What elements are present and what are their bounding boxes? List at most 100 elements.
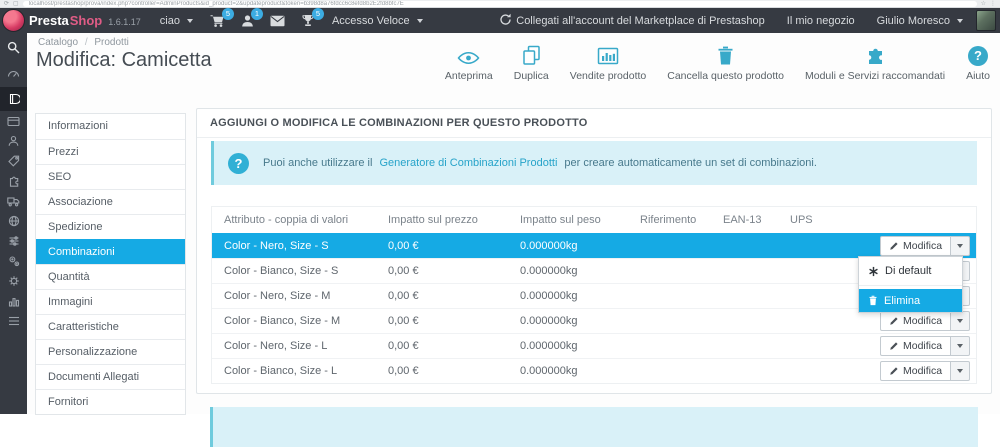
bookmark-icon[interactable]: ▢ [13, 0, 19, 7]
edit-dropdown-toggle[interactable] [951, 236, 971, 256]
cell-weight: 0.000000kg [520, 265, 578, 277]
page-title: Modifica: Camicetta [36, 49, 212, 71]
tab-prezzi[interactable]: Prezzi [36, 139, 185, 164]
edit-dropdown-toggle[interactable] [951, 336, 971, 356]
cell-combination: Color - Bianco, Size - S [224, 265, 339, 277]
tab-spedizione[interactable]: Spedizione [36, 214, 185, 239]
edit-button[interactable]: Modifica [880, 361, 952, 381]
marketplace-link[interactable]: Collegati all'account del Marketplace di… [490, 13, 774, 29]
sidebar-item-catalog[interactable] [0, 87, 27, 111]
prestashop-logo[interactable] [2, 9, 25, 32]
chevron-down-icon [186, 18, 193, 23]
sidebar-item-administration[interactable] [0, 271, 27, 291]
my-shop-link[interactable]: Il mio negozio [778, 15, 864, 27]
pencil-icon [890, 367, 898, 375]
cell-price: 0,00 € [388, 340, 419, 352]
sidebar-item-advanced-parameters[interactable] [0, 251, 27, 271]
brand: Presta Shop 1.6.1.17 [29, 13, 141, 28]
sidebar-item-price-rules[interactable] [0, 151, 27, 171]
edit-split-button: Modifica [880, 311, 971, 331]
col-header-ean13: EAN-13 [723, 214, 762, 226]
action-label: Vendite prodotto [569, 70, 647, 82]
sidebar-item-localization[interactable] [0, 211, 27, 231]
marketplace-label: Collegati all'account del Marketplace di… [516, 14, 765, 27]
tab-immagini[interactable]: Immagini [36, 289, 185, 314]
tab-fornitori[interactable]: Fornitori [36, 389, 185, 414]
cell-price: 0,00 € [388, 265, 419, 277]
browser-menu-icon[interactable]: ⋮ [990, 0, 996, 7]
bar-chart-icon [597, 42, 619, 66]
shop-selector[interactable]: ciao [151, 8, 202, 33]
product-sales-button[interactable]: Vendite prodotto [570, 42, 646, 82]
pencil-icon [890, 242, 898, 250]
edit-button[interactable]: Modifica [880, 311, 952, 331]
cell-weight: 0.000000kg [520, 315, 578, 327]
edit-button[interactable]: Modifica [880, 336, 952, 356]
asterisk-icon [869, 266, 878, 276]
brand-shop: Shop [69, 13, 103, 28]
tab-associazione[interactable]: Associazione [36, 189, 185, 214]
edit-dropdown-toggle[interactable] [951, 311, 971, 331]
messages[interactable] [262, 15, 293, 27]
set-default-menu-item[interactable]: Di default [859, 257, 962, 286]
sidebar-icon-rail [0, 33, 27, 414]
quick-access-menu[interactable]: Accesso Veloce [323, 8, 432, 33]
delete-menu-item[interactable]: Elimina [859, 289, 962, 312]
star-icon[interactable]: ☆ [981, 0, 986, 7]
tab-documenti-allegati[interactable]: Documenti Allegati [36, 364, 185, 389]
sidebar-item-shipping[interactable] [0, 191, 27, 211]
duplicate-button[interactable]: Duplica [514, 42, 549, 82]
menu-icon[interactable] [0, 311, 27, 331]
sidebar-item-modules[interactable] [0, 171, 27, 191]
pencil-icon [890, 317, 898, 325]
question-icon: ? [968, 42, 989, 66]
tab-informazioni[interactable]: Informazioni [36, 114, 185, 139]
action-label: Cancella questo prodotto [667, 70, 784, 82]
help-button[interactable]: ? Aiuto [966, 42, 990, 82]
customer-notifications[interactable]: 1 [233, 7, 263, 28]
topbar-right: Collegati all'account del Marketplace di… [490, 10, 1000, 31]
user-menu[interactable]: Giulio Moresco [868, 15, 972, 27]
page-actions: Anteprima Duplica Vendite prodotto Cance… [445, 42, 990, 82]
action-label: Duplica [513, 70, 549, 82]
breadcrumb: Catalogo / Prodotti [38, 37, 129, 48]
recommended-modules-button[interactable]: Moduli e Servizi raccomandati [805, 42, 945, 82]
tab-quantita[interactable]: Quantità [36, 264, 185, 289]
shop-name: ciao [159, 14, 180, 27]
avatar[interactable] [976, 10, 996, 31]
puzzle-icon [865, 42, 886, 66]
tab-seo[interactable]: SEO [36, 164, 185, 189]
url-bar[interactable]: localhost/prestashop/prova/index.php?con… [22, 0, 977, 7]
breadcrumb-page[interactable]: Prodotti [94, 37, 128, 48]
tab-combinazioni[interactable]: Combinazioni [36, 239, 185, 264]
edit-split-button: Modifica [880, 236, 971, 256]
sidebar-item-stats[interactable] [0, 291, 27, 311]
combination-generator-link[interactable]: Generatore di Combinazioni Prodotti [379, 157, 557, 169]
breadcrumb-section[interactable]: Catalogo [38, 37, 78, 48]
sidebar-item-customers[interactable] [0, 131, 27, 151]
action-label: Aiuto [966, 70, 990, 82]
tab-personalizzazione[interactable]: Personalizzazione [36, 339, 185, 364]
cell-combination: Color - Nero, Size - L [224, 340, 328, 352]
cell-price: 0,00 € [388, 240, 419, 252]
cell-combination: Color - Bianco, Size - L [224, 365, 338, 377]
sidebar-item-orders[interactable] [0, 111, 27, 131]
tab-caratteristiche[interactable]: Caratteristiche [36, 314, 185, 339]
pencil-icon [890, 342, 898, 350]
product-tabs: Informazioni Prezzi SEO Associazione Spe… [35, 113, 186, 415]
browser-chrome: ⟳ ▢ localhost/prestashop/prova/index.php… [0, 0, 1000, 8]
reload-icon[interactable]: ⟳ [4, 0, 9, 7]
cell-weight: 0.000000kg [520, 340, 578, 352]
sidebar-item-preferences[interactable] [0, 231, 27, 251]
cell-weight: 0.000000kg [520, 240, 578, 252]
user-name: Giulio Moresco [876, 14, 950, 27]
cart-notifications[interactable]: 5 [202, 7, 234, 28]
version-label: 1.6.1.17 [108, 17, 141, 27]
preview-button[interactable]: Anteprima [445, 42, 493, 82]
edit-button[interactable]: Modifica [880, 236, 952, 256]
search-icon[interactable] [0, 39, 27, 55]
delete-product-button[interactable]: Cancella questo prodotto [667, 42, 784, 82]
dashboard-icon[interactable] [0, 65, 27, 81]
achievements[interactable]: 5 [293, 7, 324, 28]
edit-dropdown-toggle[interactable] [951, 361, 971, 381]
